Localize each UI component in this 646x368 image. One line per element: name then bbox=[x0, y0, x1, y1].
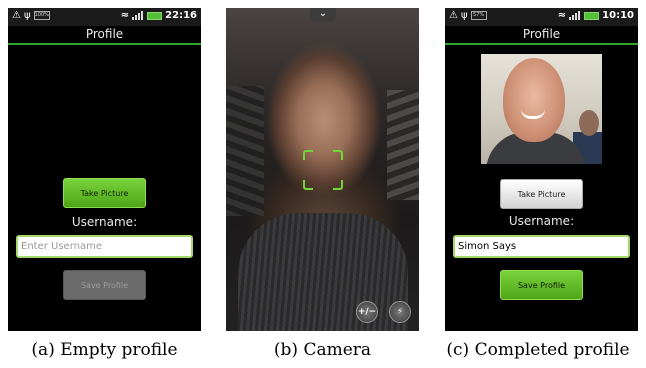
background-art-right bbox=[387, 90, 419, 200]
page-title: Profile bbox=[8, 26, 201, 45]
warning-icon: ⚠ bbox=[12, 10, 21, 21]
background-art-left bbox=[226, 86, 264, 216]
screen-camera: ⌄ +/− ⚡ bbox=[226, 8, 419, 331]
take-picture-button[interactable]: Take Picture bbox=[63, 178, 146, 208]
battery-icon bbox=[147, 11, 163, 20]
page-title: Profile bbox=[445, 26, 638, 45]
profile-photo bbox=[481, 54, 602, 164]
clock: 10:10 bbox=[602, 10, 634, 21]
usb-icon: ψ bbox=[460, 10, 468, 21]
wifi-icon: ≈ bbox=[557, 10, 567, 21]
status-bar: ⚠ ψ 100% ≈ 22:16 bbox=[8, 8, 201, 26]
status-bar: ⚠ ψ 57% ≈ 10:10 bbox=[445, 8, 638, 26]
wifi-icon: ≈ bbox=[120, 10, 130, 21]
flash-button[interactable]: ⚡ bbox=[389, 301, 411, 323]
save-profile-button[interactable]: Save Profile bbox=[63, 270, 146, 300]
warning-icon: ⚠ bbox=[449, 10, 458, 21]
battery-level-badge: 57% bbox=[470, 11, 487, 20]
username-input[interactable] bbox=[16, 235, 193, 258]
exposure-button[interactable]: +/− bbox=[356, 301, 378, 323]
take-picture-button[interactable]: Take Picture bbox=[500, 179, 583, 209]
battery-icon bbox=[584, 11, 600, 20]
username-label: Username: bbox=[71, 215, 138, 229]
screen-completed-profile: ⚠ ψ 57% ≈ 10:10 Profile Take Picture Use… bbox=[445, 8, 638, 331]
signal-icon bbox=[569, 11, 581, 20]
caption-empty-profile: (a) Empty profile bbox=[31, 340, 178, 360]
subject-shoulders bbox=[238, 213, 408, 331]
battery-level-badge: 100% bbox=[33, 11, 50, 20]
caption-camera: (b) Camera bbox=[273, 340, 372, 360]
signal-icon bbox=[132, 11, 144, 20]
caption-completed-profile: (c) Completed profile bbox=[446, 340, 630, 360]
username-label: Username: bbox=[508, 214, 575, 228]
username-input[interactable] bbox=[453, 235, 630, 258]
screen-empty-profile: ⚠ ψ 100% ≈ 22:16 Profile Take Picture Us… bbox=[8, 8, 201, 331]
save-profile-button[interactable]: Save Profile bbox=[500, 270, 583, 300]
clock: 22:16 bbox=[165, 10, 197, 21]
usb-icon: ψ bbox=[23, 10, 31, 21]
chevron-down-icon[interactable]: ⌄ bbox=[310, 8, 336, 22]
focus-frame bbox=[303, 150, 343, 190]
